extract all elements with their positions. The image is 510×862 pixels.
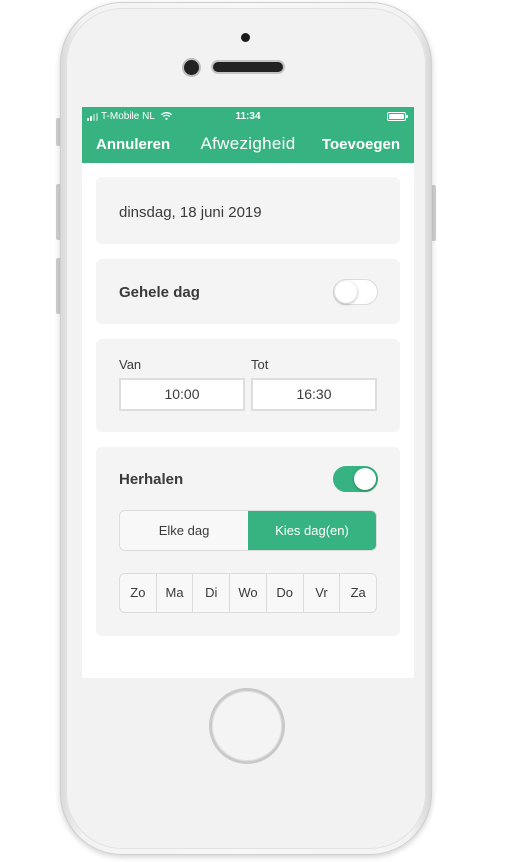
toggle-knob — [335, 281, 357, 303]
repeat-label: Herhalen — [119, 471, 184, 488]
to-time-field[interactable]: 16:30 — [251, 378, 377, 411]
status-time: 11:34 — [235, 111, 261, 122]
repeat-card: Herhalen Elke dag Kies dag(en) Zo Ma Di … — [96, 447, 400, 636]
nav-bar: Annuleren Afwezigheid Toevoegen — [82, 127, 414, 163]
all-day-card: Gehele dag — [96, 259, 400, 324]
weekday-picker: Zo Ma Di Wo Do Vr Za — [119, 573, 377, 613]
front-camera — [184, 60, 199, 75]
home-button — [212, 691, 282, 761]
to-label: Tot — [251, 357, 269, 372]
day-thursday[interactable]: Do — [267, 574, 304, 612]
date-value: dinsdag, 18 juni 2019 — [119, 204, 262, 221]
day-sunday[interactable]: Zo — [120, 574, 157, 612]
all-day-toggle[interactable] — [333, 279, 378, 305]
date-card[interactable]: dinsdag, 18 juni 2019 — [96, 177, 400, 244]
from-time-field[interactable]: 10:00 — [119, 378, 245, 411]
choose-days-option[interactable]: Kies dag(en) — [248, 511, 376, 550]
battery-icon — [387, 112, 408, 121]
day-tuesday[interactable]: Di — [193, 574, 231, 612]
from-label: Van — [119, 357, 142, 372]
app-screen: T-Mobile NL 11:34 Annuleren Afwezigheid … — [82, 107, 414, 678]
add-button[interactable]: Toevoegen — [322, 136, 400, 153]
proximity-sensor — [241, 33, 250, 42]
day-monday[interactable]: Ma — [157, 574, 194, 612]
battery-fill — [389, 114, 404, 119]
repeat-mode-segment: Elke dag Kies dag(en) — [119, 510, 377, 551]
day-friday[interactable]: Vr — [304, 574, 341, 612]
toggle-knob — [354, 468, 376, 490]
all-day-label: Gehele dag — [119, 284, 200, 301]
every-day-option[interactable]: Elke dag — [120, 511, 248, 550]
repeat-toggle[interactable] — [333, 466, 378, 492]
day-wednesday[interactable]: Wo — [230, 574, 267, 612]
status-bar: T-Mobile NL 11:34 — [82, 107, 414, 127]
time-card: Van Tot 10:00 16:30 — [96, 339, 400, 432]
day-saturday[interactable]: Za — [340, 574, 376, 612]
earpiece-speaker — [213, 62, 283, 72]
